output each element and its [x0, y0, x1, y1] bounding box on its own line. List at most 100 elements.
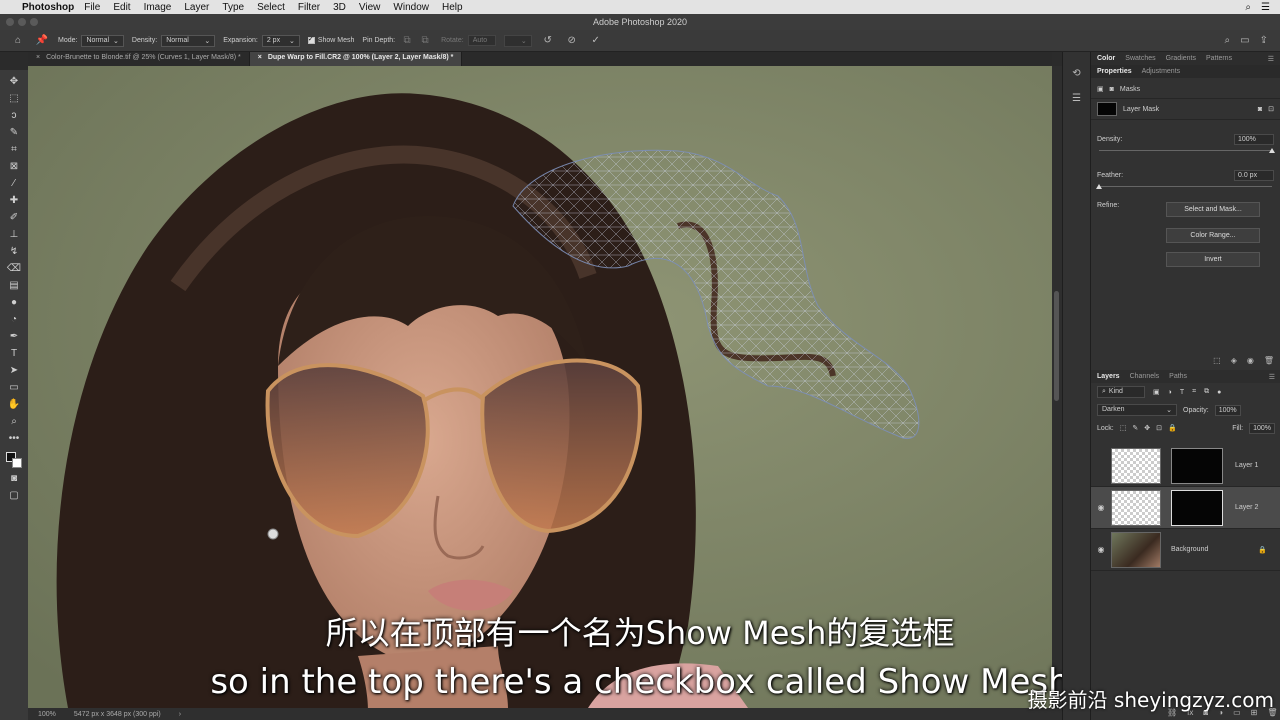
- tab-document-2[interactable]: × Dupe Warp to Fill.CR2 @ 100% (Layer 2, …: [249, 52, 463, 66]
- mode-dropdown[interactable]: Normal ⌄: [81, 34, 124, 47]
- show-mesh-checkbox[interactable]: [307, 35, 315, 44]
- visibility-icon[interactable]: ◉: [1247, 356, 1254, 365]
- close-tab-icon[interactable]: ×: [258, 54, 262, 64]
- vector-mask-add-icon[interactable]: ⊡: [1268, 105, 1274, 113]
- menu-app-name[interactable]: Photoshop: [22, 2, 74, 13]
- layer-row-layer-2[interactable]: ◉ Layer 2: [1091, 487, 1280, 529]
- menu-edit[interactable]: Edit: [113, 2, 130, 13]
- dodge-tool-icon[interactable]: ◔: [5, 312, 23, 326]
- delete-icon[interactable]: 🗑: [1264, 356, 1274, 365]
- menu-3d[interactable]: 3D: [333, 2, 346, 13]
- search-icon[interactable]: ⌕: [1225, 35, 1231, 46]
- menu-filter[interactable]: Filter: [298, 2, 320, 13]
- tab-swatches[interactable]: Swatches: [1125, 55, 1155, 62]
- document-info[interactable]: 5472 px x 3648 px (300 ppi): [74, 711, 161, 718]
- clone-stamp-tool-icon[interactable]: ⊥: [5, 227, 23, 241]
- menu-help[interactable]: Help: [442, 2, 463, 13]
- share-icon[interactable]: ⇪: [1260, 35, 1268, 46]
- workspace-icon[interactable]: ▭: [1240, 35, 1249, 46]
- filter-shape-icon[interactable]: ⌗: [1192, 388, 1196, 396]
- feather-input[interactable]: 0.0 px: [1234, 169, 1274, 181]
- filter-kind-dropdown[interactable]: ⌕ Kind: [1097, 386, 1145, 398]
- menu-image[interactable]: Image: [144, 2, 172, 13]
- marquee-tool-icon[interactable]: ⬚: [5, 91, 23, 105]
- layer-row-background[interactable]: ◉ Background 🔒: [1091, 529, 1280, 571]
- frame-tool-icon[interactable]: ⊠: [5, 159, 23, 173]
- minimize-window-icon[interactable]: [18, 18, 26, 26]
- menu-view[interactable]: View: [359, 2, 381, 13]
- show-mesh-label[interactable]: Show Mesh: [318, 37, 355, 44]
- vector-mask-icon[interactable]: ◙: [1110, 86, 1114, 93]
- layer-thumbnail[interactable]: [1111, 447, 1161, 484]
- scrollbar-thumb[interactable]: [1054, 291, 1059, 401]
- crop-tool-icon[interactable]: ⌗: [5, 142, 23, 156]
- expansion-input[interactable]: 2 px ⌄: [261, 34, 300, 47]
- panel-menu-icon[interactable]: ☰: [1269, 373, 1275, 381]
- path-select-tool-icon[interactable]: ➤: [5, 363, 23, 377]
- lock-artboard-icon[interactable]: ⊡: [1156, 424, 1162, 432]
- tab-patterns[interactable]: Patterns: [1206, 55, 1232, 62]
- opacity-input[interactable]: 100%: [1214, 404, 1241, 416]
- pin-forward-icon[interactable]: ⧉: [399, 33, 415, 49]
- density-slider[interactable]: [1099, 146, 1275, 156]
- filter-pixel-icon[interactable]: ▣: [1153, 388, 1160, 396]
- brush-tool-icon[interactable]: ✐: [5, 210, 23, 224]
- lock-position-icon[interactable]: ✥: [1144, 424, 1150, 432]
- eyedropper-tool-icon[interactable]: ⁄: [5, 176, 23, 190]
- menu-window[interactable]: Window: [393, 2, 429, 13]
- home-icon[interactable]: ⌂: [10, 33, 26, 49]
- fill-input[interactable]: 100%: [1249, 422, 1275, 434]
- tab-document-1[interactable]: × Color-Brunette to Blonde.tif @ 25% (Cur…: [28, 52, 250, 66]
- lasso-tool-icon[interactable]: ↄ: [5, 108, 23, 122]
- filter-adjustment-icon[interactable]: ◑: [1168, 389, 1172, 396]
- panel-menu-icon[interactable]: ☰: [1268, 55, 1274, 63]
- rotate-angle-input[interactable]: ⌄: [503, 34, 532, 47]
- density-input[interactable]: 100%: [1234, 133, 1274, 145]
- history-panel-icon[interactable]: ⟲: [1072, 68, 1080, 79]
- layer-thumbnail[interactable]: [1111, 489, 1161, 526]
- properties-panel-icon[interactable]: ☰: [1072, 93, 1081, 104]
- puppet-warp-icon[interactable]: 📌: [34, 33, 50, 49]
- feather-slider-knob[interactable]: [1096, 184, 1102, 189]
- menu-file[interactable]: File: [84, 2, 100, 13]
- tab-layers[interactable]: Layers: [1097, 373, 1120, 380]
- type-tool-icon[interactable]: T: [5, 346, 23, 360]
- layer-thumbnail[interactable]: [1111, 531, 1161, 568]
- quick-select-tool-icon[interactable]: ✎: [5, 125, 23, 139]
- eraser-tool-icon[interactable]: ⌫: [5, 261, 23, 275]
- layer-mask-thumbnail[interactable]: [1097, 102, 1117, 116]
- density-slider-knob[interactable]: [1269, 148, 1275, 153]
- background-color-swatch[interactable]: [12, 458, 22, 468]
- color-swatches[interactable]: [6, 452, 22, 468]
- commit-icon[interactable]: ✓: [588, 33, 604, 49]
- tab-channels[interactable]: Channels: [1130, 373, 1160, 380]
- hand-tool-icon[interactable]: ✋: [5, 397, 23, 411]
- more-tools-icon[interactable]: •••: [5, 431, 23, 445]
- mask-select-icon[interactable]: ◙: [1258, 106, 1262, 113]
- lock-all-icon[interactable]: 🔒: [1168, 424, 1177, 432]
- healing-tool-icon[interactable]: ✚: [5, 193, 23, 207]
- cancel-icon[interactable]: ⊘: [564, 33, 580, 49]
- menu-list-icon[interactable]: ☰: [1261, 2, 1270, 13]
- apply-mask-icon[interactable]: ◈: [1231, 356, 1237, 365]
- menu-type[interactable]: Type: [222, 2, 244, 13]
- select-and-mask-button[interactable]: Select and Mask...: [1166, 202, 1260, 217]
- invert-button[interactable]: Invert: [1166, 251, 1260, 267]
- lock-image-icon[interactable]: ✎: [1132, 424, 1138, 432]
- move-tool-icon[interactable]: ✥: [5, 74, 23, 88]
- blend-mode-dropdown[interactable]: Darken ⌄: [1097, 404, 1177, 416]
- layer-mask-thumbnail[interactable]: [1171, 489, 1223, 526]
- load-selection-icon[interactable]: ⬚: [1213, 356, 1221, 365]
- gradient-tool-icon[interactable]: ▤: [5, 278, 23, 292]
- rectangle-tool-icon[interactable]: ▭: [5, 380, 23, 394]
- close-tab-icon[interactable]: ×: [36, 54, 40, 64]
- close-window-icon[interactable]: [6, 18, 14, 26]
- screen-mode-icon[interactable]: ▢: [5, 488, 23, 502]
- tab-properties[interactable]: Properties: [1097, 68, 1132, 75]
- menu-search-icon[interactable]: ⌕: [1245, 2, 1251, 13]
- tab-adjustments[interactable]: Adjustments: [1142, 68, 1181, 75]
- tab-gradients[interactable]: Gradients: [1166, 55, 1196, 62]
- pixel-mask-icon[interactable]: ▣: [1097, 85, 1104, 93]
- pen-tool-icon[interactable]: ✒: [5, 329, 23, 343]
- layer-name[interactable]: Layer 2: [1235, 504, 1258, 511]
